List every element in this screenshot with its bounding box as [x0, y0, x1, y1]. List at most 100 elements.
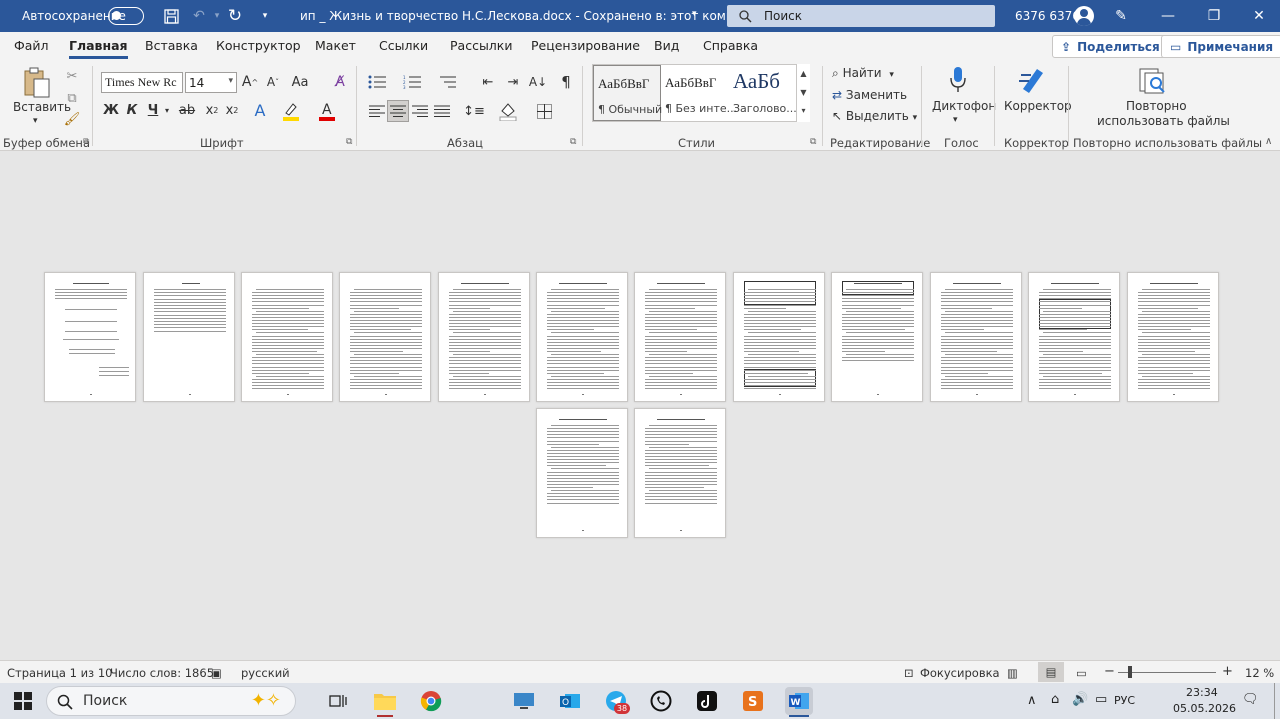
select-button[interactable]: ↖ Выделить ▾	[832, 109, 917, 123]
editor-icon[interactable]	[1016, 64, 1048, 96]
read-mode-icon[interactable]: ▥	[1007, 666, 1018, 680]
autosave-toggle[interactable]	[108, 7, 144, 25]
dictate-dropdown-icon[interactable]: ▾	[953, 115, 958, 125]
justify-icon[interactable]	[431, 100, 453, 122]
volume-icon[interactable]: 🔊	[1072, 692, 1088, 707]
line-spacing-icon[interactable]: ↕≡	[463, 100, 485, 122]
sort-icon[interactable]: A↓	[528, 72, 548, 92]
remote-desktop-icon[interactable]	[510, 687, 538, 715]
format-painter-icon[interactable]: 🖌	[62, 109, 82, 129]
taskbar-search[interactable]: Поиск ✦✧	[46, 686, 296, 716]
page-thumbnail[interactable]	[634, 408, 726, 538]
styles-scroll-down-icon[interactable]: ▼	[797, 83, 810, 102]
pen-icon[interactable]: ✎	[1110, 5, 1132, 27]
align-left-icon[interactable]	[366, 100, 388, 122]
chrome-icon[interactable]	[417, 687, 445, 715]
network-icon[interactable]: ⌂	[1051, 692, 1059, 707]
zoom-level[interactable]: 12 %	[1245, 666, 1274, 680]
page-thumbnail[interactable]	[733, 272, 825, 402]
styles-scroll-up-icon[interactable]: ▲	[797, 64, 810, 83]
page-thumbnail[interactable]	[930, 272, 1022, 402]
clear-formatting-icon[interactable]: A̸	[330, 72, 350, 92]
web-layout-icon[interactable]: ▭	[1076, 666, 1087, 680]
style-normal[interactable]: АаБбВвГ ¶ Обычный	[593, 65, 662, 121]
tab-view[interactable]: Вид	[654, 38, 679, 53]
page-thumbnail[interactable]	[44, 272, 136, 402]
reuse-files-icon[interactable]	[1136, 66, 1168, 96]
avatar[interactable]	[1074, 6, 1094, 26]
collapse-ribbon-icon[interactable]: ∧	[1265, 136, 1272, 147]
close-button[interactable]: ✕	[1236, 0, 1280, 32]
redo-icon[interactable]: ↻	[224, 5, 246, 27]
align-center-icon[interactable]	[387, 100, 409, 122]
page-thumbnail[interactable]	[634, 272, 726, 402]
file-explorer-icon[interactable]	[371, 687, 399, 715]
paste-icon[interactable]	[20, 66, 54, 100]
reuse-label-line2[interactable]: использовать файлы	[1097, 114, 1230, 128]
editor-label[interactable]: Корректор	[1004, 99, 1072, 113]
page-thumbnail[interactable]	[831, 272, 923, 402]
zoom-slider-thumb[interactable]	[1128, 666, 1132, 678]
print-layout-icon[interactable]: ▤	[1038, 662, 1064, 682]
task-view-icon[interactable]	[324, 687, 352, 715]
dictate-label[interactable]: Диктофон	[932, 99, 996, 113]
proofing-icon[interactable]: ▣	[211, 666, 222, 680]
clock-date[interactable]: 05.05.2026	[1173, 702, 1236, 715]
tab-home[interactable]: Главная	[69, 38, 128, 59]
zoom-out-icon[interactable]: −	[1104, 664, 1115, 679]
font-color-icon[interactable]: A	[316, 100, 338, 122]
page-thumbnail[interactable]	[536, 408, 628, 538]
zoom-in-icon[interactable]: +	[1222, 664, 1233, 679]
superscript-icon[interactable]: x2	[222, 100, 242, 120]
page-thumbnail[interactable]	[143, 272, 235, 402]
font-size-combo[interactable]: 14 ▾	[185, 72, 237, 93]
cut-icon[interactable]: ✂	[62, 66, 82, 86]
document-area[interactable]	[0, 151, 1280, 660]
style-no-spacing[interactable]: АаБбВвГ ¶ Без инте...	[661, 65, 737, 121]
page-thumbnail[interactable]	[536, 272, 628, 402]
comments-button[interactable]: ▭ Примечания	[1161, 35, 1280, 58]
customize-toolbar-icon[interactable]: ▾	[254, 5, 276, 27]
borders-icon[interactable]	[533, 100, 555, 122]
paste-dropdown-icon[interactable]: ▾	[33, 116, 38, 126]
find-button[interactable]: ⌕ Найти ▾	[832, 66, 894, 81]
zoom-slider[interactable]	[1118, 672, 1216, 673]
italic-icon[interactable]: К	[122, 100, 142, 120]
word-count[interactable]: Число слов: 1865	[110, 666, 214, 680]
page-thumbnail[interactable]	[1127, 272, 1219, 402]
page-thumbnail[interactable]	[1028, 272, 1120, 402]
page-thumbnail[interactable]	[241, 272, 333, 402]
reuse-label-line1[interactable]: Повторно	[1126, 99, 1187, 113]
styles-launcher-icon[interactable]: ⧉	[810, 137, 816, 147]
restore-button[interactable]: ❐	[1191, 0, 1237, 32]
underline-dropdown-icon[interactable]: ▾	[162, 100, 172, 120]
change-case-icon[interactable]: Aa	[290, 72, 310, 92]
tray-overflow-icon[interactable]: ∧	[1027, 693, 1037, 708]
language[interactable]: русский	[241, 666, 290, 680]
tab-review[interactable]: Рецензирование	[531, 38, 640, 53]
shrink-font-icon[interactable]: Aˇ	[263, 72, 283, 92]
clipboard-launcher-icon[interactable]: ⧉	[83, 137, 89, 147]
whatsapp-icon[interactable]	[647, 687, 675, 715]
tab-file[interactable]: Файл	[14, 38, 49, 53]
tab-help[interactable]: Справка	[703, 38, 758, 53]
clock-time[interactable]: 23:34	[1186, 686, 1218, 699]
numbering-icon[interactable]: 123	[401, 72, 423, 92]
subscript-icon[interactable]: x2	[202, 100, 222, 120]
battery-icon[interactable]: ▭	[1095, 692, 1107, 707]
slides-app-icon[interactable]: S	[739, 687, 767, 715]
paragraph-launcher-icon[interactable]: ⧉	[570, 137, 576, 147]
text-effects-icon[interactable]: A	[250, 100, 270, 120]
replace-button[interactable]: ⇄ Заменить	[832, 88, 907, 102]
decrease-indent-icon[interactable]: ⇤	[478, 72, 498, 92]
bold-icon[interactable]: Ж	[101, 100, 121, 120]
tab-layout[interactable]: Макет	[315, 38, 356, 53]
user-name[interactable]: 6376 6376	[1015, 9, 1080, 23]
underline-icon[interactable]: Ч	[143, 100, 163, 120]
focus-label[interactable]: Фокусировка	[920, 666, 1000, 680]
page-count[interactable]: Страница 1 из 10	[7, 666, 112, 680]
copy-icon[interactable]: ⧉	[62, 88, 82, 108]
highlight-icon[interactable]	[280, 100, 302, 122]
tab-references[interactable]: Ссылки	[379, 38, 428, 53]
bullets-icon[interactable]	[366, 72, 388, 92]
